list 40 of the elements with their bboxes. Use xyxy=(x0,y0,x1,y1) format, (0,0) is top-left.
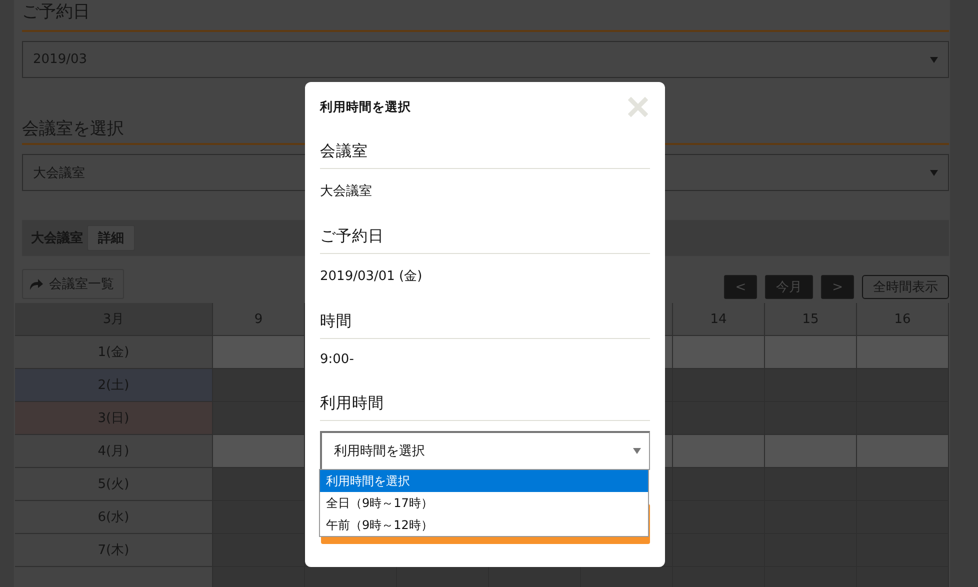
field-value: 大会議室 xyxy=(320,183,373,201)
share-arrow-icon xyxy=(29,278,43,290)
time-slot-cell[interactable] xyxy=(673,435,765,468)
modal-title: 利用時間を選択 xyxy=(320,98,411,116)
calendar-nav-button[interactable]: < xyxy=(724,275,758,299)
time-slot-cell[interactable] xyxy=(213,435,305,468)
field-value: 2019/03/01 (金) xyxy=(320,268,424,286)
time-slot-cell[interactable] xyxy=(857,402,949,435)
time-slot-cell[interactable] xyxy=(213,402,305,435)
time-slot-cell[interactable] xyxy=(213,468,305,501)
time-slot-cell[interactable] xyxy=(857,435,949,468)
time-slot-cell[interactable] xyxy=(213,336,305,369)
time-slot-cell[interactable] xyxy=(857,369,949,402)
dropdown-arrow-icon xyxy=(633,448,641,454)
time-slot-cell[interactable] xyxy=(213,501,305,534)
time-slot-cell[interactable] xyxy=(765,369,857,402)
time-slot-cell[interactable] xyxy=(673,402,765,435)
time-slot-cell[interactable] xyxy=(857,336,949,369)
field-label: 時間 xyxy=(320,302,650,339)
field-label: ご予約日 xyxy=(320,217,650,254)
dropdown-arrow-icon xyxy=(930,56,938,62)
dropdown-arrow-icon xyxy=(930,170,938,176)
dropdown-option[interactable]: 利用時間を選択 xyxy=(320,470,648,492)
time-slot-cell[interactable] xyxy=(213,369,305,402)
field-label: 利用時間 xyxy=(320,384,650,421)
time-slot-cell[interactable] xyxy=(765,402,857,435)
time-slot-cell[interactable] xyxy=(673,468,765,501)
close-icon[interactable] xyxy=(628,97,648,117)
field-label: 会議室 xyxy=(320,132,650,169)
calendar-nav-button[interactable]: > xyxy=(821,275,854,299)
time-slot-cell[interactable] xyxy=(765,435,857,468)
time-slot-cell[interactable] xyxy=(857,468,949,501)
dropdown-option[interactable]: 午前（9時～12時） xyxy=(320,514,648,536)
time-slot-cell[interactable] xyxy=(765,336,857,369)
time-slot-cell[interactable] xyxy=(673,369,765,402)
time-slot-cell[interactable] xyxy=(765,468,857,501)
time-slot-cell[interactable] xyxy=(673,336,765,369)
time-slot-cell[interactable] xyxy=(213,534,305,567)
field-value: 9:00- xyxy=(320,351,355,369)
dropdown-option[interactable]: 全日（9時～17時） xyxy=(320,492,648,514)
